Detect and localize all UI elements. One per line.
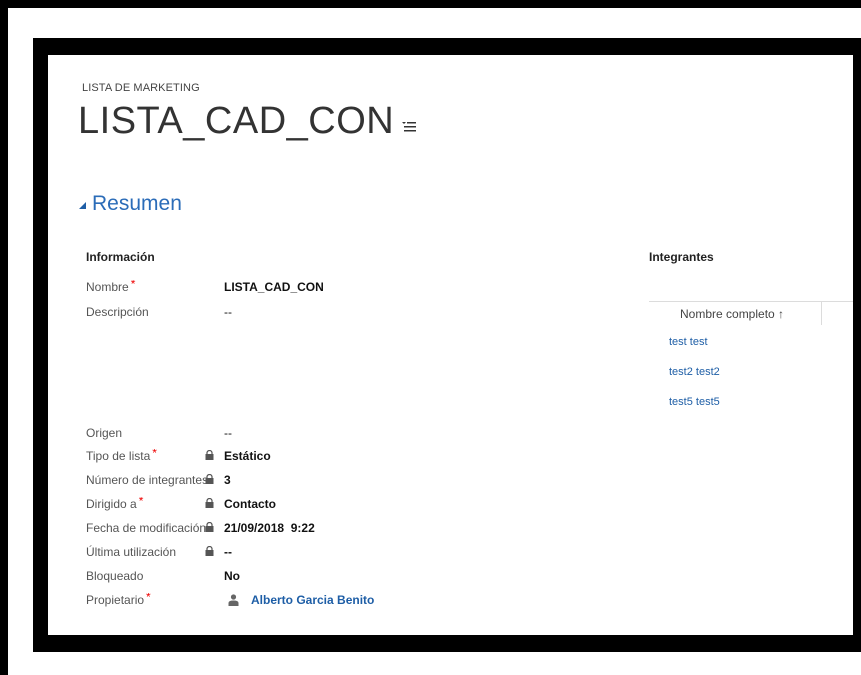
field-label-bloqueado: Bloqueado xyxy=(86,569,144,583)
field-label-dirigido-a: Dirigido a * xyxy=(86,497,144,511)
field-value-fecha-modificacion: 21/09/2018 9:22 xyxy=(224,521,315,535)
info-heading: Información xyxy=(86,250,155,264)
member-link[interactable]: test2 test2 xyxy=(669,366,720,378)
user-icon xyxy=(228,594,239,606)
field-label-fecha-modificacion: Fecha de modificación xyxy=(86,521,207,535)
member-link[interactable]: test5 test5 xyxy=(669,396,720,408)
list-menu-icon[interactable] xyxy=(402,121,417,133)
field-value-origen[interactable]: -- xyxy=(224,426,232,440)
record-title: LISTA_CAD_CON xyxy=(78,100,395,142)
grid-column-divider xyxy=(821,301,822,325)
field-value-numero-integrantes: 3 xyxy=(224,473,231,487)
lock-icon xyxy=(205,546,214,556)
grid-column-header-nombre-completo[interactable]: Nombre completo ↑ xyxy=(680,307,784,321)
collapse-triangle-icon xyxy=(79,202,86,209)
field-label-origen: Origen xyxy=(86,426,123,440)
field-label-tipo-lista: Tipo de lista * xyxy=(86,449,157,463)
member-link[interactable]: test test xyxy=(669,336,708,348)
field-value-descripcion[interactable]: -- xyxy=(224,305,232,319)
members-heading: Integrantes xyxy=(649,250,714,264)
field-value-bloqueado[interactable]: No xyxy=(224,569,240,583)
field-value-ultima-utilizacion: -- xyxy=(224,545,232,559)
lock-icon xyxy=(205,498,214,508)
field-label-nombre: Nombre * xyxy=(86,280,136,294)
lock-icon xyxy=(205,450,214,460)
record-title-row: LISTA_CAD_CON xyxy=(78,100,417,143)
section-title: Resumen xyxy=(92,192,182,215)
record-form: LISTA DE MARKETING LISTA_CAD_CON Resumen… xyxy=(48,55,853,635)
field-value-tipo-lista: Estático xyxy=(224,449,271,463)
field-value-propietario[interactable]: Alberto Garcia Benito xyxy=(251,593,374,607)
lock-icon xyxy=(205,522,214,532)
field-label-descripcion: Descripción xyxy=(86,305,149,319)
lock-icon xyxy=(205,474,214,484)
grid-header-border xyxy=(649,301,853,302)
field-value-dirigido-a: Contacto xyxy=(224,497,276,511)
field-label-propietario: Propietario * xyxy=(86,593,151,607)
section-toggle-resumen[interactable]: Resumen xyxy=(78,192,182,216)
entity-type-label: LISTA DE MARKETING xyxy=(82,82,200,94)
field-label-ultima-utilizacion: Última utilización xyxy=(86,545,177,559)
field-label-numero-integrantes: Número de integrantes xyxy=(86,473,209,487)
field-value-nombre[interactable]: LISTA_CAD_CON xyxy=(224,280,324,294)
